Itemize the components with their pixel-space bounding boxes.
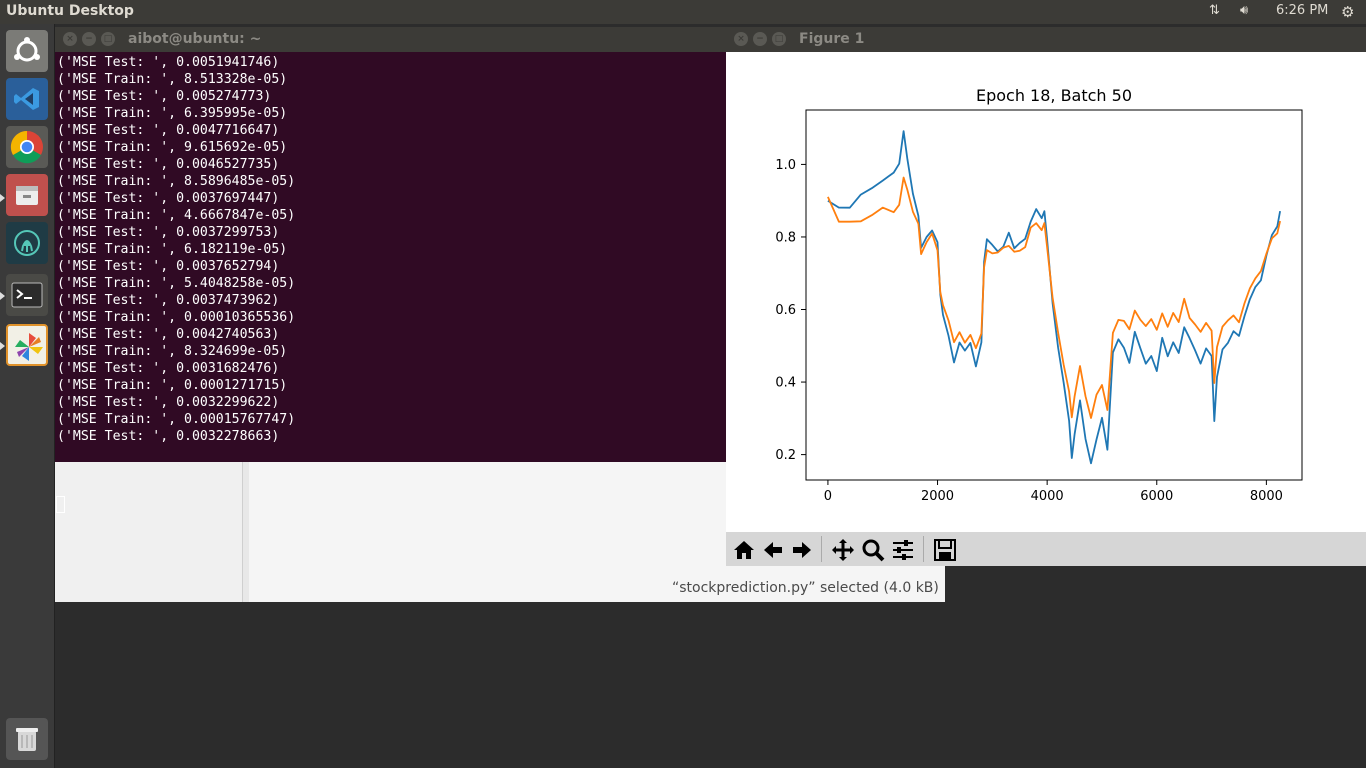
toolbar-separator [821,536,822,562]
figure-title: Figure 1 [799,31,865,47]
top-panel: Ubuntu Desktop ⇅ 🔊︎ 6:26 PM ⚙ [0,0,1366,24]
chrome-icon[interactable] [6,126,48,168]
gitkraken-icon[interactable] [6,222,48,264]
toolbar-separator [923,536,924,562]
back-arrow-icon[interactable] [760,537,786,563]
terminal-line: ('MSE Train: ', 8.513328e-05) [57,72,288,87]
figure-canvas[interactable]: Epoch 18, Batch 50 0 2000 4000 6000 8000 0.2 0.… [726,52,1366,532]
vscode-icon[interactable] [6,78,48,120]
pan-icon[interactable] [830,537,856,563]
dash-home-icon[interactable] [6,30,48,72]
x-tick-label: 6000 [1140,489,1173,504]
terminal-line: ('MSE Train: ', 0.00015767747) [57,412,296,427]
terminal-line: ('MSE Train: ', 4.6667847e-05) [57,208,296,223]
terminal-titlebar[interactable]: × − □ aibot@ubuntu: ~ [55,27,726,52]
terminal-cursor [56,496,65,513]
close-icon[interactable]: × [734,32,748,46]
panel-title: Ubuntu Desktop [6,3,134,19]
forward-arrow-icon[interactable] [789,537,815,563]
terminal-running-pip [0,292,5,300]
files-running-pip [0,194,5,202]
chart-title: Epoch 18, Batch 50 [976,86,1132,105]
save-icon[interactable] [932,537,958,563]
maximize-icon[interactable]: □ [772,32,786,46]
figure-running-pip [0,342,5,350]
home-icon[interactable] [731,537,757,563]
terminal-line: ('MSE Train: ', 0.0001271715) [57,378,288,393]
launcher [0,24,55,768]
terminal-title: aibot@ubuntu: ~ [128,31,262,47]
figure-titlebar[interactable]: × − □ Figure 1 [726,27,1366,52]
x-tick-label: 0 [824,489,832,504]
terminal-line: ('MSE Test: ', 0.0032299622) [57,395,280,410]
x-tick-label: 8000 [1250,489,1283,504]
volume-icon[interactable]: 🔊︎ [1240,3,1248,18]
terminal-line: ('MSE Test: ', 0.005274773) [57,89,272,104]
terminal-line: ('MSE Test: ', 0.0037473962) [57,293,280,308]
x-tick-label: 2000 [921,489,954,504]
terminal-line: ('MSE Test: ', 0.0037299753) [57,225,280,240]
configure-subplots-icon[interactable] [890,537,916,563]
figure-toolbar [726,532,1366,566]
zoom-icon[interactable] [860,537,886,563]
files-icon[interactable] [6,174,48,216]
files-status-bar: “stockprediction.py” selected (4.0 kB) [672,580,939,596]
terminal-output: ('MSE Test: ', 0.0051941746) ('MSE Train:… [57,54,295,445]
terminal-line: ('MSE Train: ', 5.4048258e-05) [57,276,296,291]
plot-area [805,109,1303,481]
x-tick-label: 4000 [1031,489,1064,504]
terminal-line: ('MSE Train: ', 0.00010365536) [57,310,296,325]
terminal-line: ('MSE Train: ', 6.395995e-05) [57,106,288,121]
y-tick-label: 0.6 [775,303,796,318]
terminal-line: ('MSE Test: ', 0.0032278663) [57,429,280,444]
maximize-icon[interactable]: □ [101,32,115,46]
clock[interactable]: 6:26 PM [1276,3,1328,18]
minimize-icon[interactable]: − [82,32,96,46]
terminal-line: ('MSE Test: ', 0.0031682476) [57,361,280,376]
terminal-line: ('MSE Test: ', 0.0037652794) [57,259,280,274]
minimize-icon[interactable]: − [753,32,767,46]
terminal-line: ('MSE Test: ', 0.0037697447) [57,191,280,206]
chart: Epoch 18, Batch 50 0 2000 4000 6000 8000 0.2 0.… [775,86,1303,504]
pinwheel-icon[interactable] [6,324,48,366]
files-pane-divider[interactable] [243,462,249,602]
terminal-line: ('MSE Train: ', 8.5896485e-05) [57,174,296,189]
y-tick-label: 1.0 [775,158,796,173]
y-tick-label: 0.4 [775,376,796,391]
close-icon[interactable]: × [63,32,77,46]
terminal-body[interactable]: ('MSE Test: ', 0.0051941746) ('MSE Train:… [55,52,726,513]
y-tick-label: 0.8 [775,230,796,245]
terminal-line: ('MSE Test: ', 0.0047716647) [57,123,280,138]
network-icon[interactable]: ⇅ [1209,3,1220,18]
terminal-line: ('MSE Test: ', 0.0051941746) [57,55,280,70]
terminal-line: ('MSE Train: ', 8.324699e-05) [57,344,288,359]
y-tick-label: 0.2 [775,448,796,463]
files-sidebar [55,462,243,602]
terminal-line: ('MSE Train: ', 9.615692e-05) [57,140,288,155]
terminal-line: ('MSE Train: ', 6.182119e-05) [57,242,288,257]
gear-icon[interactable]: ⚙ [1341,3,1354,21]
terminal-line: ('MSE Test: ', 0.0042740563) [57,327,280,342]
trash-icon[interactable] [6,718,48,760]
terminal-icon[interactable] [6,274,48,316]
terminal-line: ('MSE Test: ', 0.0046527735) [57,157,280,172]
